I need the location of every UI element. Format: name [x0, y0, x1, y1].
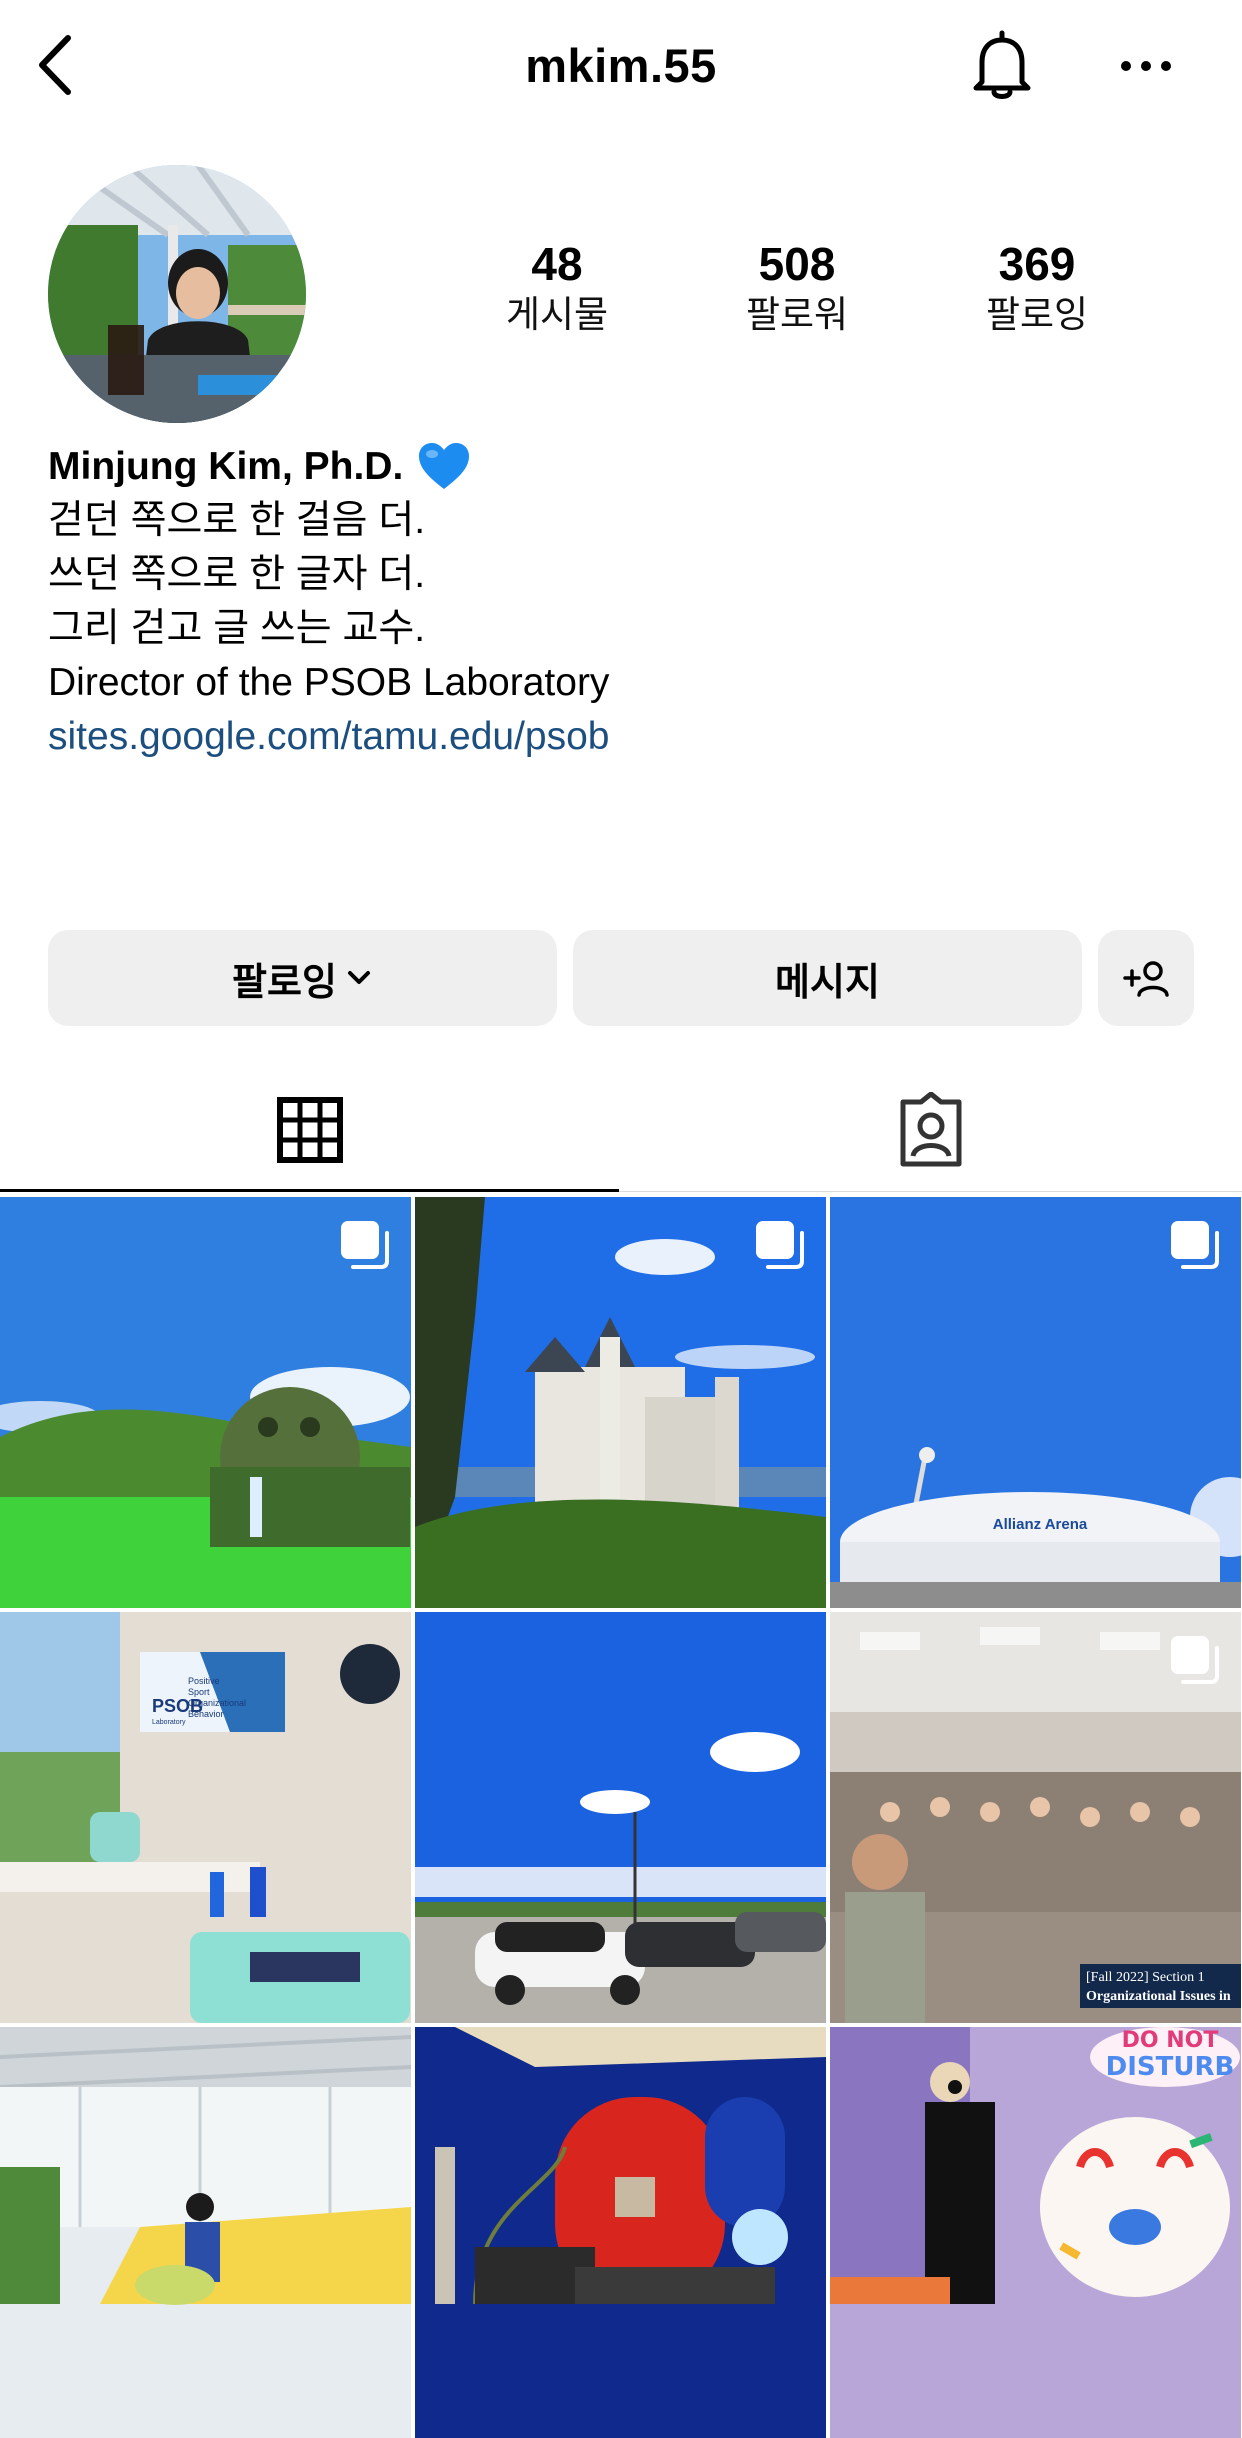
post-thumbnail[interactable]: [415, 1612, 826, 2023]
banner-line-3: Organizational: [188, 1698, 246, 1708]
posts-label: 게시물: [505, 294, 609, 335]
posts-grid: Allianz Arena PSOB Laboratory Positive S…: [0, 1197, 1242, 2438]
display-name-row: Minjung Kim, Ph.D.: [48, 440, 1198, 494]
post-thumbnail[interactable]: [0, 1197, 411, 1608]
followers-label: 팔로워: [745, 294, 849, 335]
bio-line-1: 걷던 쪽으로 한 걸음 더.: [48, 499, 426, 542]
bell-icon: [973, 30, 1031, 99]
more-horizontal-icon: [1121, 61, 1171, 71]
following-button[interactable]: 팔로잉: [48, 930, 557, 1026]
psob-logo-subtext: Laboratory: [152, 1719, 186, 1726]
post-image: DO NOT DISTURB: [830, 2027, 1241, 2438]
post-thumbnail[interactable]: DO NOT DISTURB: [830, 2027, 1241, 2438]
suggested-users-button[interactable]: [1098, 930, 1194, 1026]
stat-following[interactable]: 369 팔로잉: [947, 236, 1127, 338]
post-thumbnail[interactable]: [415, 1197, 826, 1608]
post-image: [415, 2027, 826, 2438]
multiple-photos-icon: [1171, 1636, 1219, 1684]
following-count: 369: [998, 238, 1076, 290]
post-thumbnail[interactable]: Allianz Arena: [830, 1197, 1241, 1608]
sign-line-2: DISTURB: [1106, 2052, 1235, 2082]
bio-line-4: Director of the PSOB Laboratory: [48, 661, 610, 704]
multiple-photos-icon: [756, 1221, 804, 1269]
active-tab-indicator: [0, 1189, 619, 1192]
message-button[interactable]: 메시지: [573, 930, 1082, 1026]
post-image: PSOB Laboratory Positive Sport Organizat…: [0, 1612, 411, 2023]
profile-username: mkim.55: [525, 39, 717, 92]
grid-icon: [277, 1097, 343, 1163]
bio-line-3: 그리 걷고 글 쓰는 교수.: [48, 607, 426, 650]
multiple-photos-icon: [1171, 1221, 1219, 1269]
followers-count: 508: [758, 238, 836, 290]
banner-line-1: Positive: [188, 1676, 220, 1686]
following-button-label: 팔로잉: [232, 961, 337, 1004]
bio-link[interactable]: sites.google.com/tamu.edu/psob: [48, 710, 1198, 764]
post-image: [0, 2027, 411, 2438]
tab-posts-grid[interactable]: [276, 1096, 344, 1164]
stat-posts[interactable]: 48 게시물: [467, 236, 647, 338]
caption-line-2: Organizational Issues in: [1086, 1989, 1231, 2004]
stat-followers[interactable]: 508 팔로워: [707, 236, 887, 338]
sign-line-1: DO NOT: [1122, 2028, 1219, 2053]
post-image: [415, 1612, 826, 2023]
message-button-label: 메시지: [775, 961, 880, 1004]
avatar-photo: [48, 165, 306, 423]
bio-line-2: 쓰던 쪽으로 한 글자 더.: [48, 553, 426, 596]
profile-avatar[interactable]: [48, 165, 306, 423]
caption-line-1: [Fall 2022] Section 1: [1086, 1970, 1205, 1985]
post-thumbnail[interactable]: [Fall 2022] Section 1 Organizational Iss…: [830, 1612, 1241, 2023]
post-thumbnail[interactable]: PSOB Laboratory Positive Sport Organizat…: [0, 1612, 411, 2023]
post-thumbnail[interactable]: [415, 2027, 826, 2438]
arena-sign: Allianz Arena: [993, 1516, 1088, 1533]
display-name: Minjung Kim, Ph.D.: [48, 445, 404, 488]
blue-heart-icon: [419, 443, 470, 489]
more-options-button[interactable]: [1118, 48, 1174, 84]
chevron-down-icon: [347, 971, 370, 984]
multiple-photos-icon: [341, 1221, 389, 1269]
notifications-button[interactable]: [968, 30, 1036, 102]
tab-tagged[interactable]: [895, 1091, 967, 1168]
banner-line-4: Behavior: [188, 1709, 224, 1719]
post-thumbnail[interactable]: [0, 2027, 411, 2438]
following-label: 팔로잉: [985, 294, 1089, 335]
tagged-user-icon: [900, 1091, 962, 1167]
posts-count: 48: [531, 238, 583, 290]
banner-line-2: Sport: [188, 1687, 210, 1697]
add-user-icon: [1123, 961, 1169, 997]
profile-bio: Minjung Kim, Ph.D. 걷던 쪽으로 한 걸음 더. 쓰던 쪽으로…: [48, 440, 1198, 764]
